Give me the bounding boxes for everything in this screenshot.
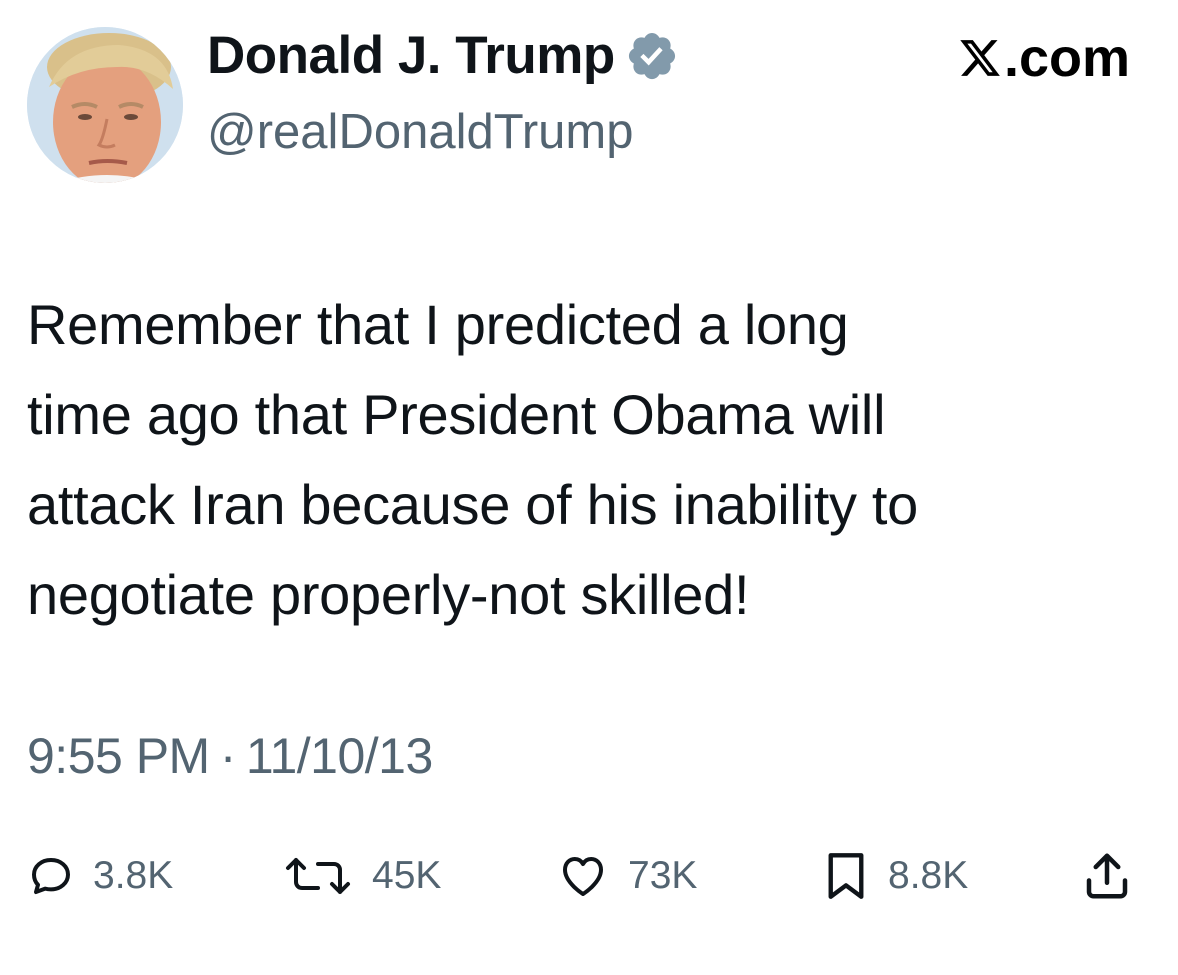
repost-count: 45K [372,854,442,897]
x-logo-icon [960,40,1000,76]
tweet-text: Remember that I predicted a long time ag… [27,280,1137,640]
share-button[interactable] [1080,846,1134,906]
author-display-name[interactable]: Donald J. Trump [207,24,679,88]
repost-icon [286,858,350,894]
brand-label: .com [1003,28,1130,88]
like-button[interactable]: 73K [556,846,697,906]
tweet-line: attack Iran because of his inability to [27,473,919,536]
like-count: 73K [628,854,698,897]
tweet-line: time ago that President Obama will [27,383,886,446]
avatar[interactable] [27,27,183,183]
author-handle[interactable]: @realDonaldTrump [207,102,633,162]
share-icon [1086,853,1128,899]
bookmark-count: 8.8K [888,854,969,897]
meta-separator: · [219,728,237,784]
reply-icon [32,858,70,894]
x-brand: .com [958,26,1130,90]
author-name-text[interactable]: Donald J. Trump [207,24,615,88]
bookmark-icon [828,853,864,899]
heart-icon [563,857,603,896]
tweet-date[interactable]: 11/10/13 [246,728,433,784]
avatar-image [27,27,183,183]
repost-button[interactable]: 45K [282,846,441,906]
tweet-timestamp[interactable]: 9:55 PM · 11/10/13 [27,726,433,786]
tweet-line: negotiate properly-not skilled! [27,563,750,626]
tweet-line: Remember that I predicted a long [27,293,849,356]
verified-badge-icon[interactable] [625,29,679,83]
bookmark-button[interactable]: 8.8K [822,846,968,906]
reply-button[interactable]: 3.8K [27,846,173,906]
tweet-time[interactable]: 9:55 PM [27,728,210,784]
reply-count: 3.8K [93,854,174,897]
